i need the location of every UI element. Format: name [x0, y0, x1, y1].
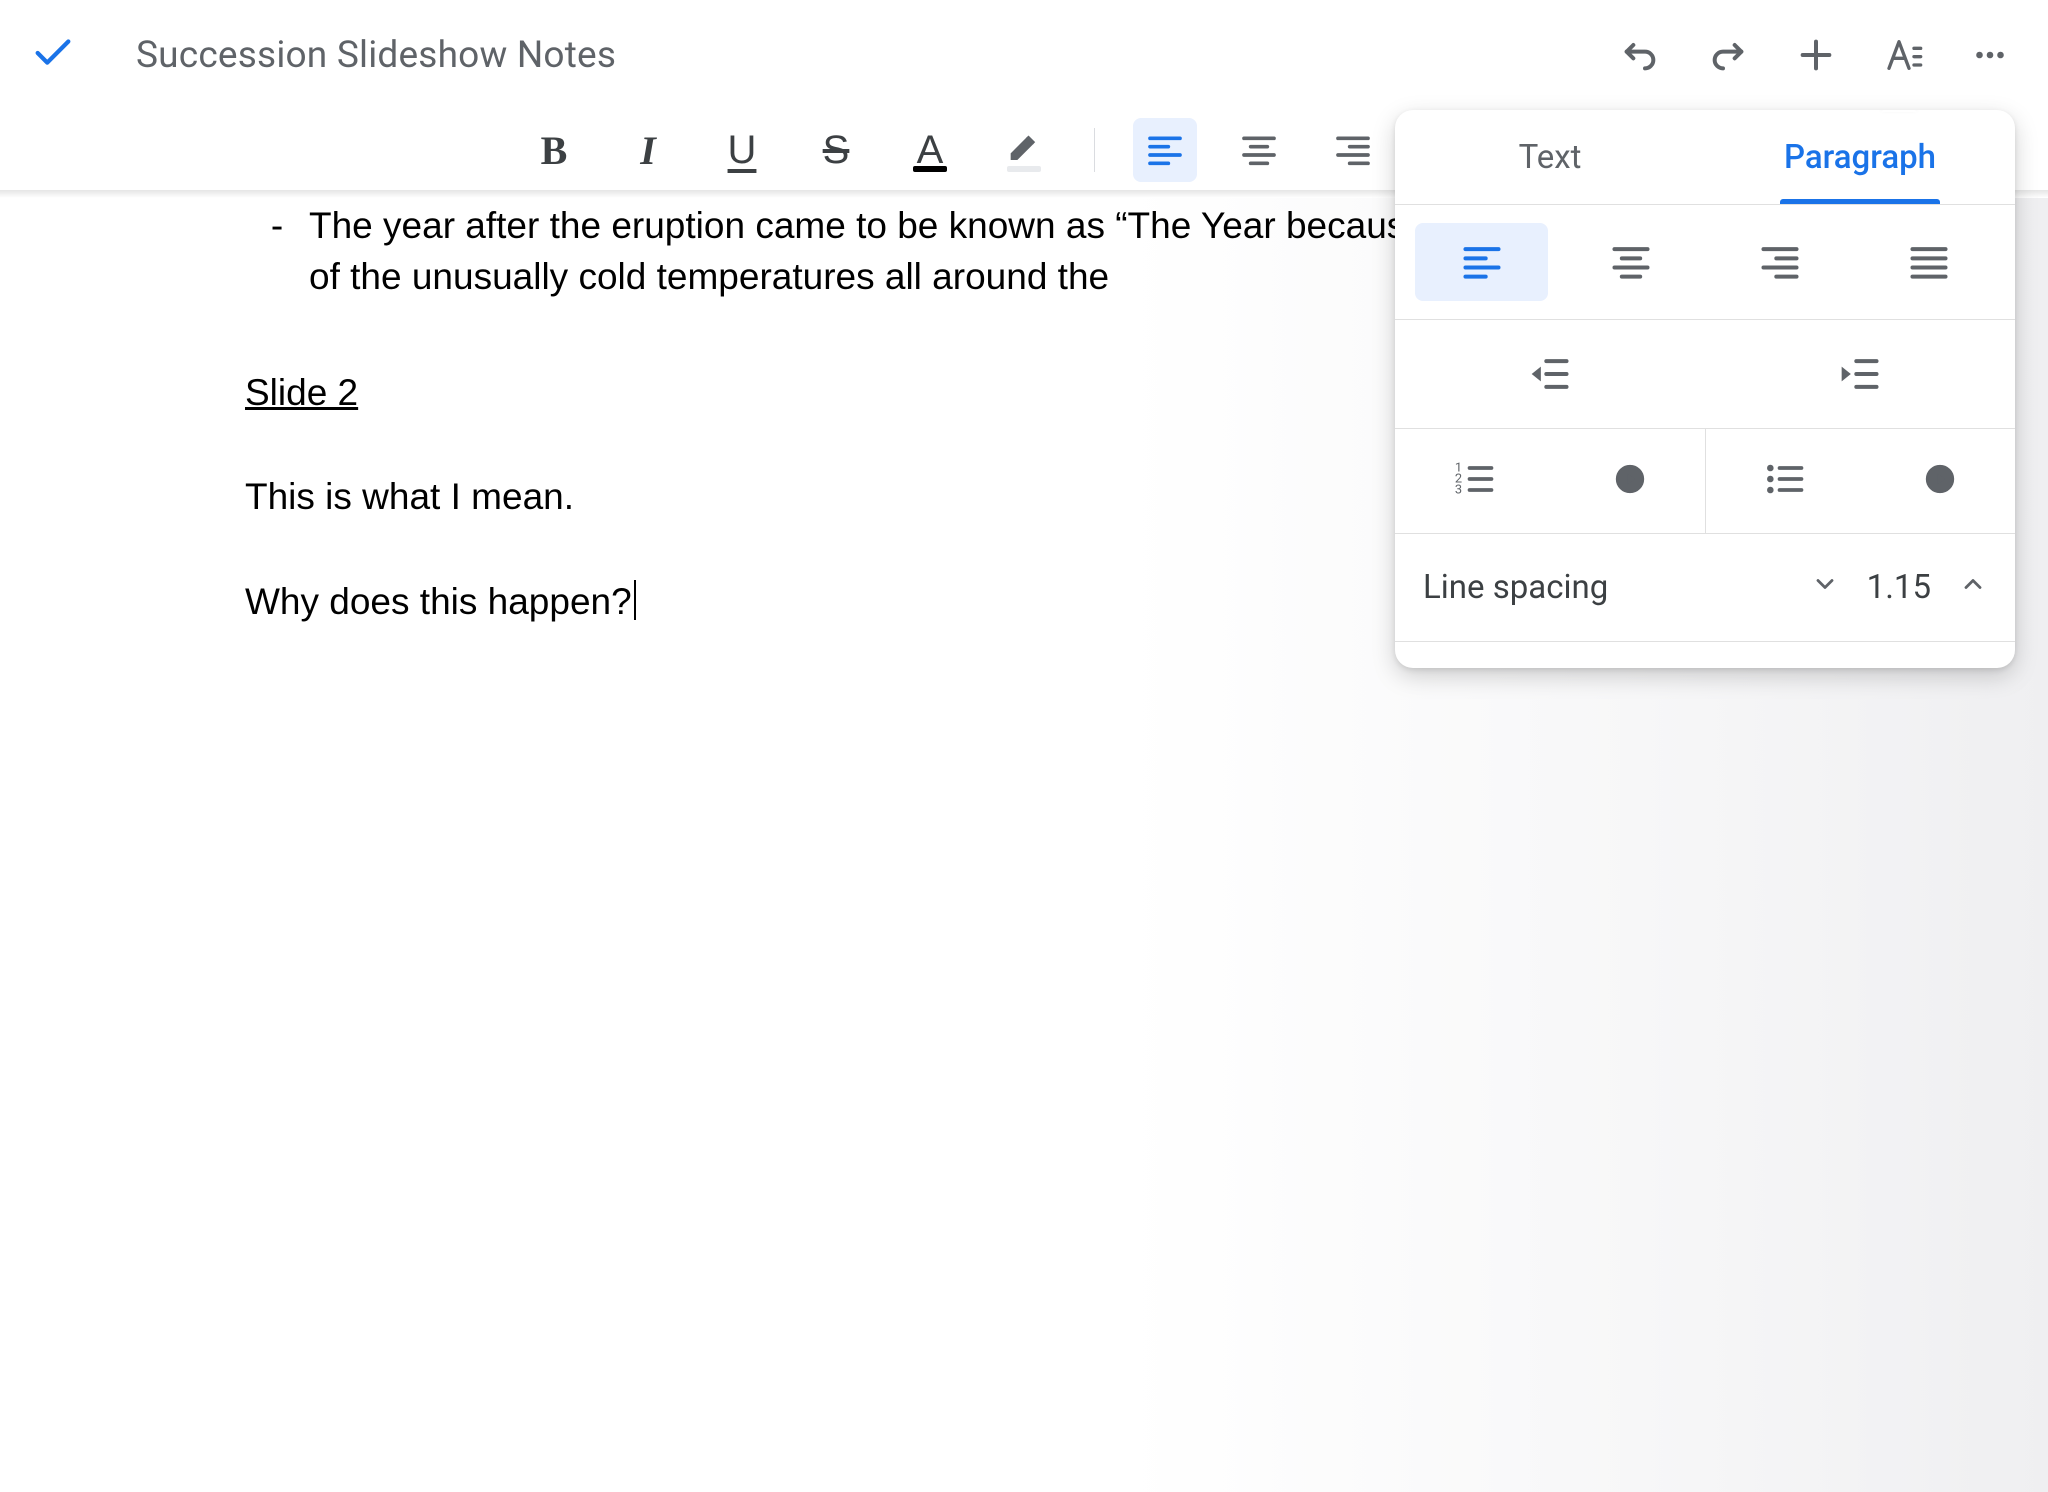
line-spacing-increase-icon[interactable] [1959, 568, 1987, 607]
bullet-text[interactable]: The year after the eruption came to be k… [309, 200, 1439, 302]
indent-row [1395, 320, 2015, 428]
list-row: 1 2 3 [1395, 428, 2015, 533]
line-spacing-label: Line spacing [1423, 568, 1608, 607]
toolbar-separator [1094, 128, 1095, 172]
align-right-option[interactable] [1713, 223, 1846, 301]
line-spacing-row: Line spacing 1.15 [1395, 533, 2015, 641]
line-spacing-decrease-icon[interactable] [1811, 568, 1839, 607]
done-check-icon[interactable] [30, 30, 76, 80]
text-cursor [634, 580, 636, 620]
strikethrough-button[interactable]: S [804, 118, 868, 182]
underline-button[interactable]: U [710, 118, 774, 182]
decrease-indent-button[interactable] [1395, 334, 1705, 414]
align-justify-option[interactable] [1862, 223, 1995, 301]
align-left-option[interactable] [1415, 223, 1548, 301]
bullet-marker: - [245, 200, 309, 302]
increase-indent-button[interactable] [1705, 334, 2015, 414]
align-right-button[interactable] [1321, 118, 1385, 182]
line-spacing-value: 1.15 [1867, 568, 1931, 607]
align-center-button[interactable] [1227, 118, 1291, 182]
bulleted-list-expand-icon[interactable] [1923, 462, 1957, 500]
text-format-icon[interactable] [1884, 35, 1924, 75]
numbered-list-button[interactable]: 1 2 3 [1453, 457, 1497, 505]
align-left-button[interactable] [1133, 118, 1197, 182]
tab-paragraph[interactable]: Paragraph [1705, 110, 2015, 204]
italic-button[interactable]: I [616, 118, 680, 182]
svg-text:3: 3 [1455, 483, 1462, 498]
header-actions [1620, 35, 2008, 75]
bold-button[interactable]: B [522, 118, 586, 182]
alignment-row [1395, 205, 2015, 319]
document-title[interactable]: Succession Slideshow Notes [136, 34, 616, 77]
paragraph-panel: Text Paragraph [1395, 110, 2015, 668]
undo-icon[interactable] [1620, 35, 1660, 75]
tab-text[interactable]: Text [1395, 110, 1705, 204]
header: Succession Slideshow Notes [0, 0, 2048, 110]
more-icon[interactable] [1972, 37, 2008, 73]
numbered-list-expand-icon[interactable] [1613, 462, 1647, 500]
align-center-option[interactable] [1564, 223, 1697, 301]
highlight-button[interactable] [992, 118, 1056, 182]
bulleted-list-panel-button[interactable] [1763, 457, 1807, 505]
text-color-button[interactable]: A [898, 118, 962, 182]
redo-icon[interactable] [1708, 35, 1748, 75]
insert-plus-icon[interactable] [1796, 35, 1836, 75]
